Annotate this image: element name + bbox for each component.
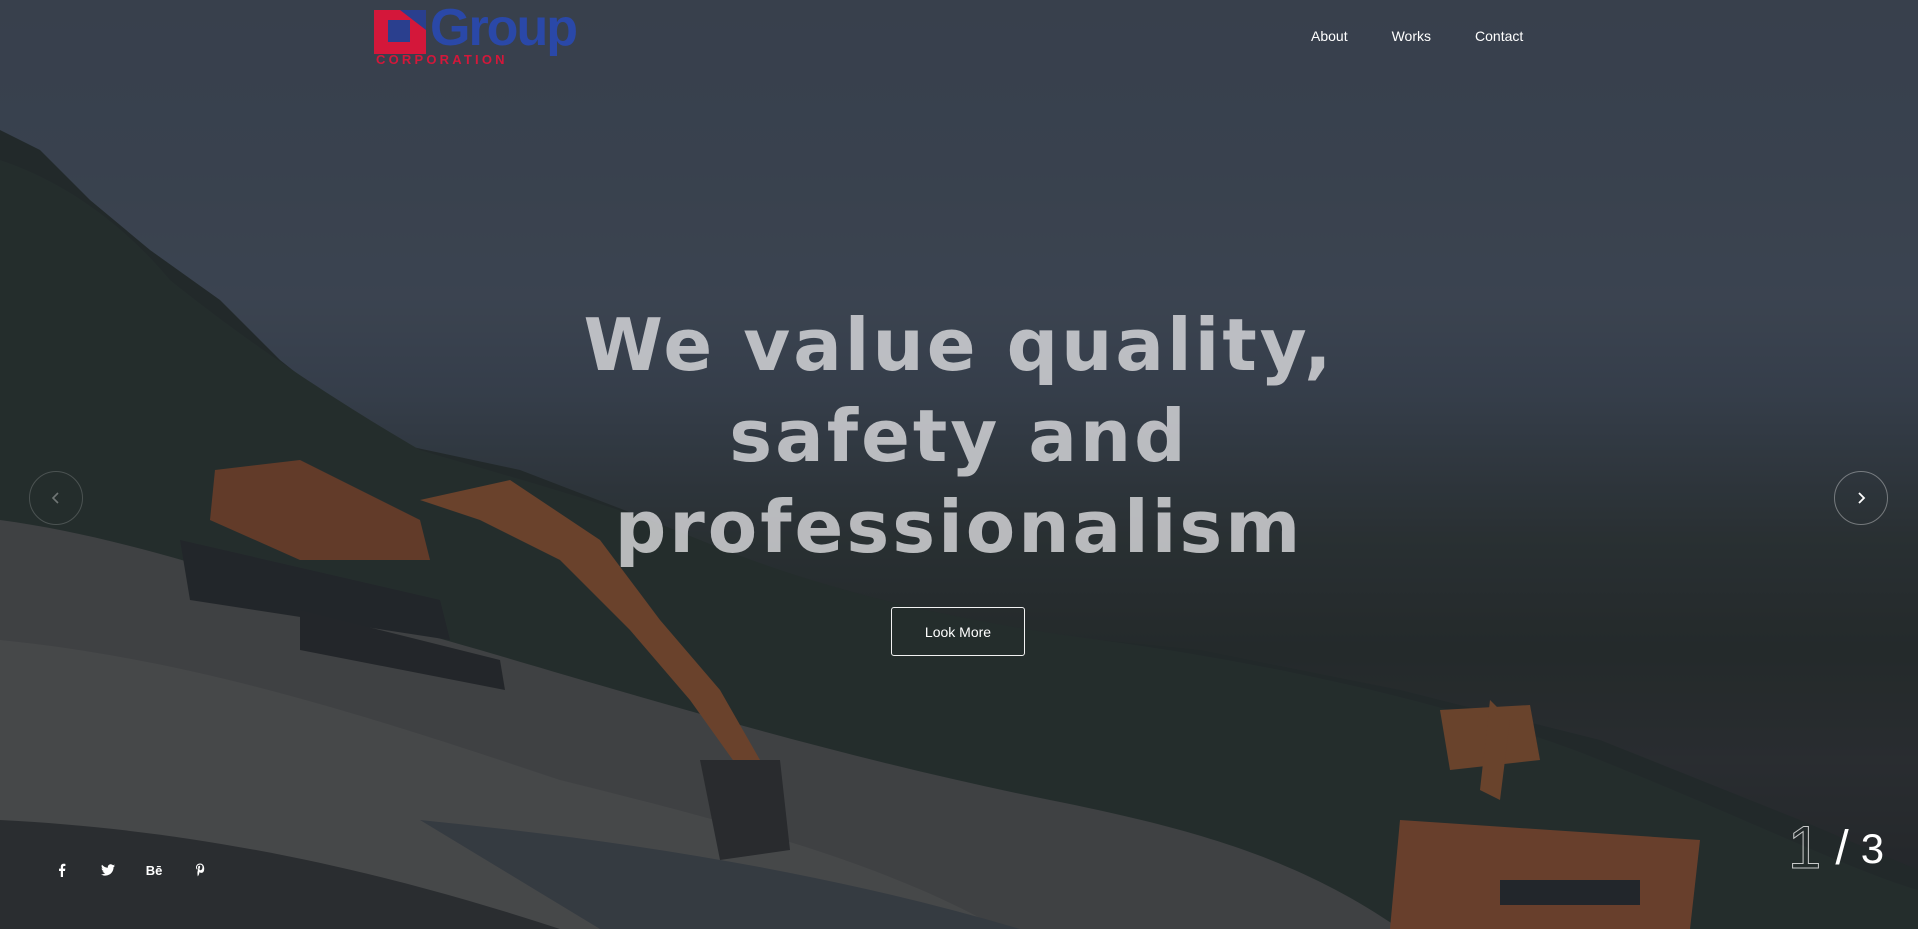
facebook-link[interactable] — [54, 862, 70, 878]
hero-headline-line-3: professionalism — [614, 485, 1304, 569]
total-slide-number: 3 — [1860, 825, 1885, 872]
current-slide-number: 1 — [1787, 814, 1822, 881]
hero-headline: We value quality, safety and professiona… — [559, 300, 1359, 573]
next-slide-button[interactable] — [1834, 471, 1888, 525]
main-nav: About Works Contact — [1311, 28, 1567, 44]
nav-item-contact[interactable]: Contact — [1475, 28, 1523, 44]
twitter-icon — [101, 864, 115, 876]
behance-link[interactable]: Bē — [146, 862, 163, 878]
brand-logo[interactable]: Group CORPORATION — [374, 2, 578, 68]
hero-headline-line-1: We value quality, — [583, 303, 1335, 387]
brand-tagline: CORPORATION — [376, 52, 508, 67]
nav-item-about[interactable]: About — [1311, 28, 1348, 44]
slide-counter: 1 / 3 — [1787, 814, 1885, 881]
nav-item-works[interactable]: Works — [1392, 28, 1431, 44]
logo-mark-icon — [374, 10, 426, 54]
pinterest-link[interactable] — [192, 862, 208, 878]
hero-headline-line-2: safety and — [729, 394, 1189, 478]
social-links: Bē — [54, 862, 238, 878]
chevron-left-icon — [51, 492, 59, 504]
pinterest-icon — [196, 863, 205, 877]
chevron-right-icon — [1858, 492, 1866, 504]
prev-slide-button[interactable] — [29, 471, 83, 525]
slide-counter-separator: / — [1835, 822, 1849, 875]
look-more-button[interactable]: Look More — [891, 607, 1025, 656]
facebook-icon — [59, 863, 66, 877]
brand-name: Group — [430, 0, 578, 57]
twitter-link[interactable] — [100, 862, 116, 878]
